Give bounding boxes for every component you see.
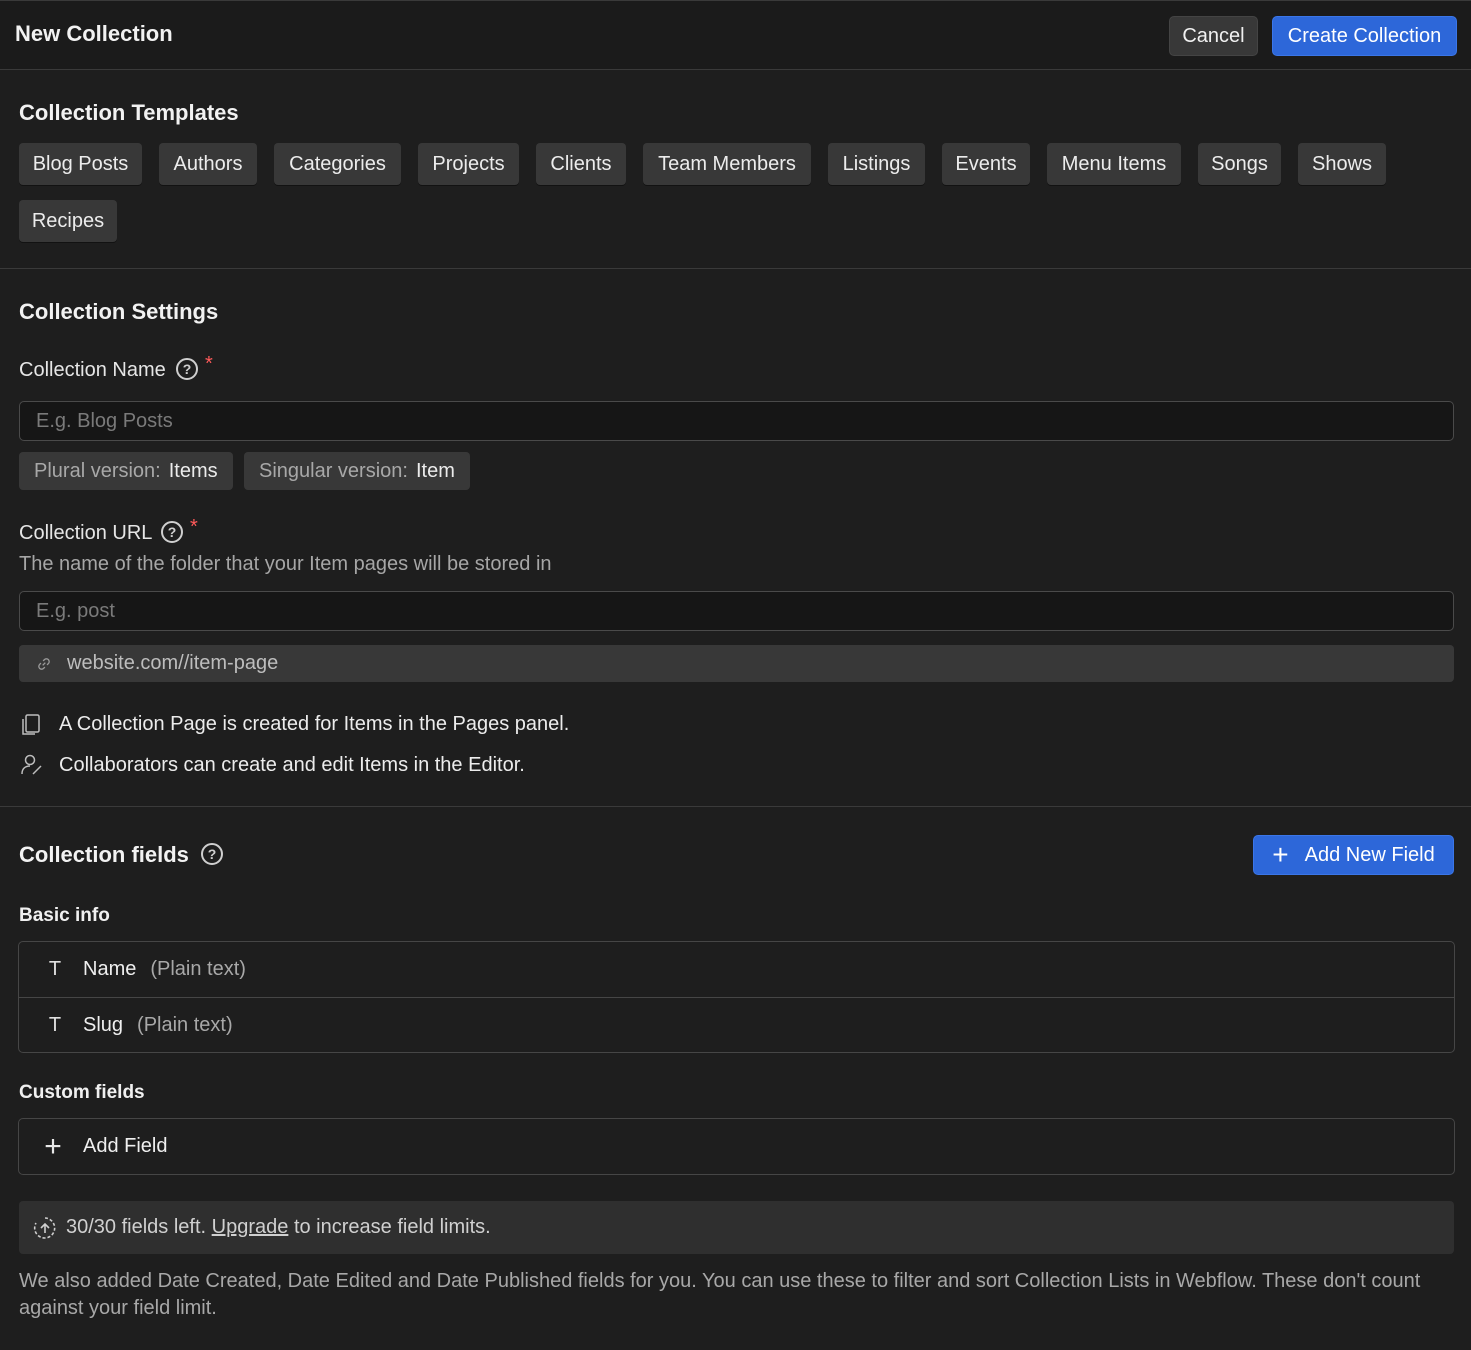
divider xyxy=(0,806,1471,807)
templates-title: Collection Templates xyxy=(19,100,239,125)
plural-version-chip[interactable]: Plural version: Items xyxy=(19,452,233,490)
text-type-icon: T xyxy=(48,1013,62,1036)
field-type: (Plain text) xyxy=(137,1013,233,1036)
template-menu-items[interactable]: Menu Items xyxy=(1047,143,1181,185)
text-type-icon: T xyxy=(48,958,62,980)
template-songs[interactable]: Songs xyxy=(1198,143,1281,185)
limit-suffix: to increase field limits. xyxy=(293,1216,491,1238)
settings-title: Collection Settings xyxy=(19,299,219,324)
page-title: New Collection xyxy=(15,21,173,46)
field-row-name[interactable]: T Name (Plain text) xyxy=(19,942,1454,997)
info-collection-page-text: A Collection Page is created for Items i… xyxy=(59,712,570,735)
add-new-field-label: Add New Field xyxy=(1304,843,1435,866)
template-events[interactable]: Events xyxy=(942,143,1030,185)
singular-version-chip[interactable]: Singular version: Item xyxy=(244,452,470,490)
link-icon xyxy=(38,657,50,670)
template-team-members[interactable]: Team Members xyxy=(643,143,811,185)
url-description: The name of the folder that your Item pa… xyxy=(19,553,552,575)
collection-url-input[interactable] xyxy=(19,591,1454,631)
required-mark: * xyxy=(205,353,213,375)
plural-value: Items xyxy=(168,459,218,482)
plural-label: Plural version: xyxy=(34,459,161,482)
template-recipes[interactable]: Recipes xyxy=(19,200,117,242)
fields-title: Collection fields xyxy=(19,842,189,867)
divider xyxy=(0,268,1471,269)
collection-name-input[interactable] xyxy=(19,401,1454,441)
upgrade-icon xyxy=(33,1216,56,1239)
custom-fields-list: + Add Field xyxy=(18,1118,1455,1175)
limit-prefix: 30/30 fields left. xyxy=(66,1216,207,1238)
field-type: (Plain text) xyxy=(150,958,246,980)
upgrade-link[interactable]: Upgrade xyxy=(212,1216,289,1239)
singular-label: Singular version: xyxy=(259,459,408,482)
field-name: Slug xyxy=(83,1013,124,1036)
help-icon[interactable]: ? xyxy=(176,358,198,380)
url-preview-text: website.com//item-page xyxy=(67,652,279,674)
template-categories[interactable]: Categories xyxy=(274,143,401,185)
info-editor-text: Collaborators can create and edit Items … xyxy=(59,753,525,776)
info-editor: Collaborators can create and edit Items … xyxy=(19,752,525,778)
collection-url-label: Collection URL xyxy=(19,522,153,544)
field-name: Name xyxy=(83,958,137,980)
basic-info-title: Basic info xyxy=(19,905,110,926)
help-icon[interactable]: ? xyxy=(161,521,183,543)
add-field-label: Add Field xyxy=(83,1135,168,1157)
template-shows[interactable]: Shows xyxy=(1298,143,1386,185)
footnote: We also added Date Created, Date Edited … xyxy=(19,1270,1421,1319)
template-blog-posts[interactable]: Blog Posts xyxy=(19,143,142,185)
template-authors[interactable]: Authors xyxy=(159,143,257,185)
singular-value: Item xyxy=(415,459,455,482)
template-clients[interactable]: Clients xyxy=(536,143,626,185)
info-collection-page: A Collection Page is created for Items i… xyxy=(19,711,569,737)
custom-fields-title: Custom fields xyxy=(19,1082,145,1103)
user-edit-icon xyxy=(21,754,42,775)
template-projects[interactable]: Projects xyxy=(418,143,519,185)
collection-name-label: Collection Name xyxy=(19,359,166,381)
template-listings[interactable]: Listings xyxy=(828,143,925,185)
add-new-field-button[interactable]: + Add New Field xyxy=(1253,835,1454,875)
plus-icon: + xyxy=(1272,839,1289,870)
cancel-button[interactable]: Cancel xyxy=(1169,16,1258,56)
field-limit-banner: 30/30 fields left. Upgrade to increase f… xyxy=(19,1201,1454,1254)
basic-fields-list: T Name (Plain text) T Slug (Plain text) xyxy=(18,941,1455,1053)
url-preview: website.com//item-page xyxy=(19,645,1454,682)
plus-icon: + xyxy=(44,1129,62,1163)
pages-icon xyxy=(22,714,40,735)
create-collection-button[interactable]: Create Collection xyxy=(1272,16,1457,56)
help-icon[interactable]: ? xyxy=(201,843,223,865)
required-mark: * xyxy=(190,516,198,538)
add-field-button[interactable]: + Add Field xyxy=(19,1119,1454,1174)
top-bar: New Collection Cancel Create Collection xyxy=(0,0,1471,70)
field-row-slug[interactable]: T Slug (Plain text) xyxy=(19,997,1454,1052)
